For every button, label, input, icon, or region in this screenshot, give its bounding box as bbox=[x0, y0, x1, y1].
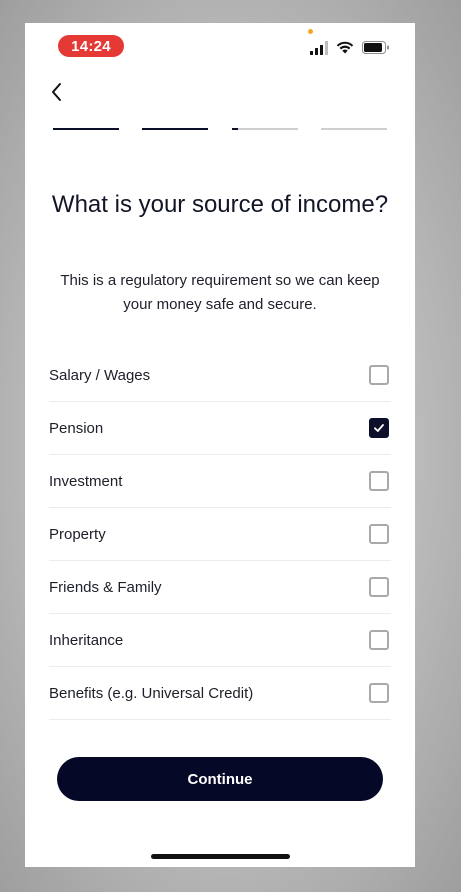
wifi-icon bbox=[336, 41, 354, 54]
option-friends-family[interactable]: Friends & Family bbox=[49, 561, 391, 614]
chevron-left-icon bbox=[52, 83, 61, 101]
progress-step-fill bbox=[231, 128, 239, 130]
home-indicator bbox=[151, 854, 290, 859]
progress-step bbox=[142, 128, 209, 130]
option-label: Investment bbox=[49, 472, 123, 490]
page-title: What is your source of income? bbox=[51, 191, 389, 218]
progress-step bbox=[53, 128, 119, 130]
checkbox[interactable] bbox=[369, 418, 389, 438]
option-label: Pension bbox=[49, 419, 104, 437]
option-inheritance[interactable]: Inheritance bbox=[49, 614, 391, 667]
status-time: 14:24 bbox=[58, 35, 124, 57]
option-label: Benefits (e.g. Universal Credit) bbox=[49, 684, 254, 702]
signal-icon bbox=[310, 41, 328, 55]
progress-step-fill bbox=[53, 128, 119, 130]
option-investment[interactable]: Investment bbox=[49, 455, 391, 508]
option-benefits[interactable]: Benefits (e.g. Universal Credit) bbox=[49, 667, 391, 720]
option-label: Inheritance bbox=[49, 631, 124, 649]
privacy-indicator-dot bbox=[308, 29, 313, 34]
checkbox[interactable] bbox=[369, 524, 389, 544]
option-pension[interactable]: Pension bbox=[49, 402, 391, 455]
progress-step bbox=[320, 128, 387, 130]
checkbox[interactable] bbox=[369, 577, 389, 597]
option-label: Salary / Wages bbox=[49, 366, 151, 384]
checkbox[interactable] bbox=[369, 471, 389, 491]
option-salary-wages[interactable]: Salary / Wages bbox=[49, 349, 391, 402]
income-source-list: Salary / Wages Pension Investment Proper… bbox=[49, 349, 391, 720]
option-label: Friends & Family bbox=[49, 578, 162, 596]
back-button[interactable] bbox=[47, 79, 69, 105]
progress-step bbox=[231, 128, 298, 130]
phone-screen: 14:24 What is your source of income? Thi… bbox=[25, 23, 415, 867]
option-property[interactable]: Property bbox=[49, 508, 391, 561]
battery-icon bbox=[362, 41, 389, 54]
checkbox[interactable] bbox=[369, 630, 389, 650]
step-progress bbox=[53, 128, 387, 132]
progress-step-fill bbox=[142, 128, 209, 130]
page-subtitle: This is a regulatory requirement so we c… bbox=[60, 272, 380, 313]
checkmark-icon bbox=[374, 424, 384, 432]
option-label: Property bbox=[49, 525, 106, 543]
continue-button[interactable]: Continue bbox=[57, 757, 383, 801]
checkbox[interactable] bbox=[369, 365, 389, 385]
checkbox[interactable] bbox=[369, 683, 389, 703]
